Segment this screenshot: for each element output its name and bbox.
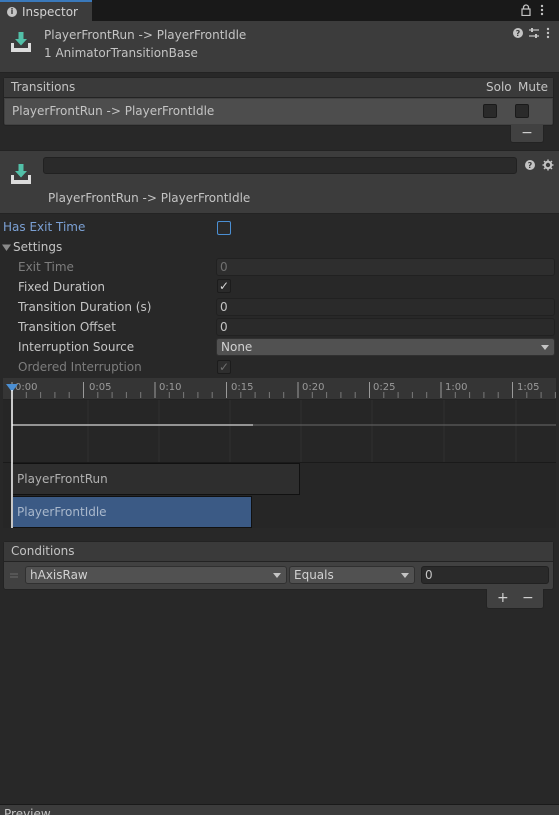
condition-row[interactable]: hAxisRaw Equals 0 <box>5 563 552 589</box>
conditions-heading: Conditions <box>11 544 75 558</box>
transition-row[interactable]: PlayerFrontRun -> PlayerFrontIdle <box>5 99 552 124</box>
chevron-down-icon <box>273 573 281 578</box>
ruler-ticks <box>11 382 556 398</box>
has-exit-time-checkbox[interactable] <box>217 221 231 235</box>
interruption-source-dropdown[interactable]: None <box>216 338 555 356</box>
header-title: PlayerFrontRun -> PlayerFrontIdle <box>44 28 247 42</box>
transition-duration-field[interactable]: 0 <box>216 298 555 316</box>
svg-text:?: ? <box>516 29 521 38</box>
tick-label: 0:25 <box>373 382 396 393</box>
transition-timeline[interactable]: 0:00 0:05 0:10 0:15 0:20 0:25 1:00 1:05 … <box>3 378 556 528</box>
chevron-down-icon[interactable] <box>2 243 11 252</box>
tick-label: 0:20 <box>302 382 325 393</box>
more-vertical-icon[interactable] <box>540 4 544 16</box>
settings-foldout[interactable]: Settings <box>13 240 62 254</box>
tick-label: 1:00 <box>445 382 468 393</box>
condition-buttons: + − <box>486 589 544 609</box>
transition-curve <box>12 400 556 462</box>
gear-icon[interactable] <box>542 159 554 171</box>
tick-label: 0:15 <box>231 382 254 393</box>
preview-label: Preview <box>4 807 51 815</box>
transition-title: PlayerFrontRun -> PlayerFrontIdle <box>48 191 251 205</box>
header-subtitle: 1 AnimatorTransitionBase <box>44 46 198 60</box>
more-vertical-icon[interactable] <box>546 27 550 39</box>
tick-label: 1:05 <box>517 382 540 393</box>
lock-icon[interactable] <box>521 4 531 16</box>
conditions-list: Conditions hAxisRaw Equals 0 <box>3 541 554 590</box>
tick-label: 0:05 <box>89 382 112 393</box>
condition-value-field[interactable]: 0 <box>421 566 549 584</box>
chevron-down-icon <box>401 573 409 578</box>
inspector-header: PlayerFrontRun -> PlayerFrontIdle 1 Anim… <box>0 21 559 73</box>
info-icon: i <box>7 7 17 17</box>
fixed-duration-checkbox[interactable]: ✓ <box>217 279 231 293</box>
preset-settings-icon[interactable] <box>528 27 540 39</box>
drag-handle-icon[interactable] <box>10 573 18 578</box>
mute-column-label: Mute <box>518 80 549 94</box>
remove-condition-button[interactable]: − <box>522 590 534 606</box>
preview-panel-header[interactable]: Preview <box>0 804 559 815</box>
transitions-list-header: Transitions Solo Mute <box>4 78 553 98</box>
transitions-list: Transitions Solo Mute PlayerFrontRun -> … <box>3 77 554 126</box>
help-icon[interactable]: ? <box>512 27 524 39</box>
exit-time-field: 0 <box>216 258 555 276</box>
condition-parameter-value: hAxisRaw <box>30 568 88 582</box>
timeline-playhead[interactable] <box>5 381 19 528</box>
has-exit-time-label: Has Exit Time <box>3 220 86 234</box>
ordered-interruption-label: Ordered Interruption <box>18 360 142 374</box>
tab-bar: i Inspector <box>0 0 559 21</box>
condition-mode-dropdown[interactable]: Equals <box>289 566 415 584</box>
destination-clip-bar[interactable]: PlayerFrontIdle <box>12 496 252 528</box>
add-condition-button[interactable]: + <box>497 590 509 606</box>
transition-icon <box>11 164 31 184</box>
solo-checkbox[interactable] <box>483 104 497 118</box>
condition-parameter-dropdown[interactable]: hAxisRaw <box>25 566 287 584</box>
condition-mode-value: Equals <box>294 568 334 582</box>
fixed-duration-label: Fixed Duration <box>18 280 106 294</box>
ordered-interruption-checkbox: ✓ <box>217 360 231 374</box>
remove-transition-button[interactable]: − <box>510 125 544 143</box>
tick-label: 0:10 <box>159 382 182 393</box>
solo-column-label: Solo <box>486 80 512 94</box>
conditions-header: Conditions <box>4 542 553 562</box>
transition-header: ? PlayerFrontRun -> PlayerFrontIdle <box>0 150 559 214</box>
mute-checkbox[interactable] <box>515 104 529 118</box>
interruption-source-label: Interruption Source <box>18 340 135 354</box>
transition-graph <box>3 400 556 462</box>
exit-time-label: Exit Time <box>18 260 74 274</box>
source-clip-bar[interactable]: PlayerFrontRun <box>12 463 300 495</box>
transition-offset-label: Transition Offset <box>18 320 116 334</box>
chevron-down-icon <box>541 345 549 350</box>
tab-inspector[interactable]: i Inspector <box>0 0 92 21</box>
transition-offset-field[interactable]: 0 <box>216 318 555 336</box>
transition-duration-label: Transition Duration (s) <box>18 300 152 314</box>
transition-row-label: PlayerFrontRun -> PlayerFrontIdle <box>12 104 215 118</box>
help-icon[interactable]: ? <box>524 159 536 171</box>
tab-label: Inspector <box>22 5 78 19</box>
interruption-source-value: None <box>221 340 253 354</box>
transition-icon <box>11 32 31 52</box>
transitions-heading: Transitions <box>11 80 76 94</box>
timeline-ruler: 0:00 0:05 0:10 0:15 0:20 0:25 1:00 1:05 <box>3 378 556 400</box>
clip-lanes: PlayerFrontRun PlayerFrontIdle <box>3 462 556 528</box>
svg-text:?: ? <box>528 161 533 170</box>
transition-name-field[interactable] <box>43 157 517 174</box>
